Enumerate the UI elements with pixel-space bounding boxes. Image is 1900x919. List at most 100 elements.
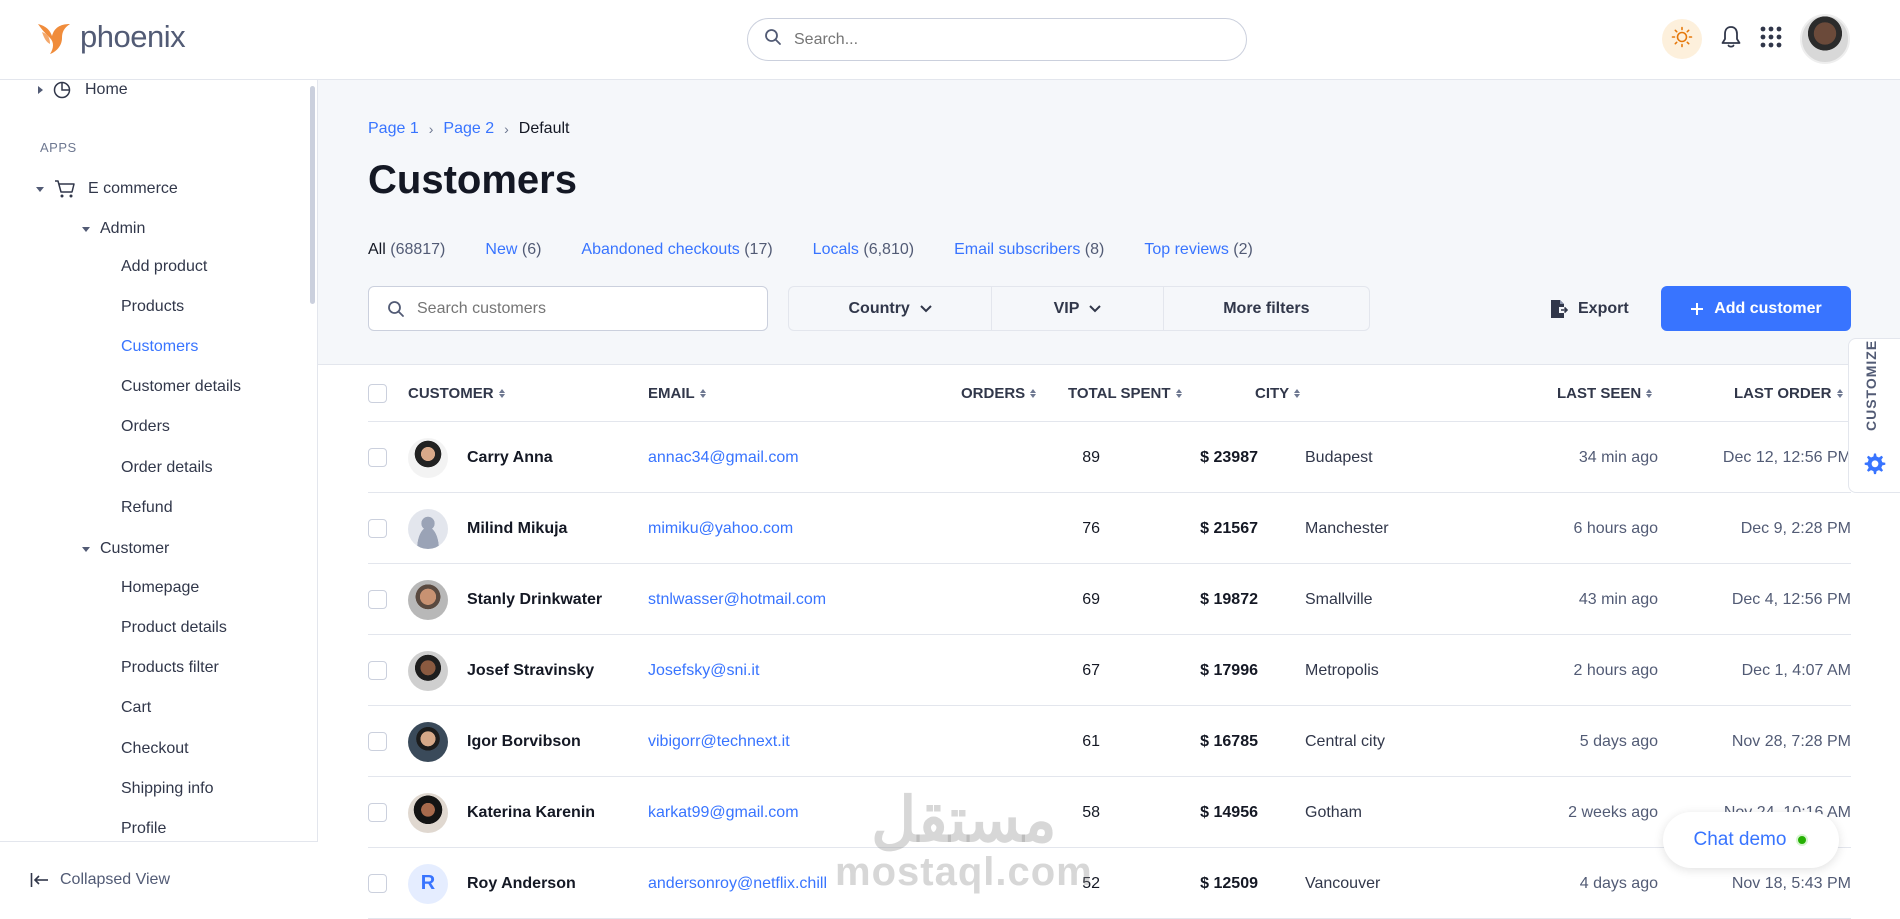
header-last-seen[interactable]: LAST SEEN bbox=[1557, 365, 1653, 421]
more-filters-button[interactable]: More filters bbox=[1164, 287, 1369, 330]
add-customer-button[interactable]: Add customer bbox=[1661, 286, 1851, 331]
bell-icon[interactable] bbox=[1720, 25, 1742, 54]
chevron-right-icon bbox=[38, 86, 43, 94]
orders-count: 76 bbox=[1082, 519, 1100, 537]
global-search[interactable] bbox=[747, 18, 1247, 61]
city: Smallville bbox=[1305, 590, 1373, 608]
top-navbar: phoenix bbox=[0, 0, 1900, 80]
breadcrumb-page1[interactable]: Page 1 bbox=[368, 120, 419, 138]
user-avatar[interactable] bbox=[1800, 14, 1850, 64]
sidebar-item-products[interactable]: Products bbox=[121, 298, 184, 316]
collapsed-view-button[interactable]: Collapsed View bbox=[0, 841, 318, 917]
sidebar-item-order-details[interactable]: Order details bbox=[121, 459, 213, 477]
avatar[interactable] bbox=[408, 635, 448, 706]
avatar[interactable] bbox=[408, 422, 448, 493]
row-checkbox[interactable] bbox=[368, 422, 387, 493]
sidebar-item-orders[interactable]: Orders bbox=[121, 418, 170, 436]
customer-name[interactable]: Carry Anna bbox=[467, 422, 553, 493]
tab-all[interactable]: All (68817) bbox=[368, 241, 445, 259]
sort-icon bbox=[699, 388, 706, 398]
header-last-order[interactable]: LAST ORDER bbox=[1734, 365, 1843, 421]
export-label: Export bbox=[1578, 299, 1629, 317]
tab-new[interactable]: New (6) bbox=[485, 241, 541, 259]
apps-grid-icon[interactable] bbox=[1760, 26, 1782, 53]
row-checkbox[interactable] bbox=[368, 635, 387, 706]
tab-email-subscribers[interactable]: Email subscribers (8) bbox=[954, 241, 1104, 259]
sidebar-item-refund[interactable]: Refund bbox=[121, 499, 173, 517]
header-city[interactable]: CITY bbox=[1255, 365, 1301, 421]
sidebar-item-customer[interactable]: Customer bbox=[82, 538, 169, 560]
file-export-icon bbox=[1550, 299, 1568, 319]
customer-name[interactable]: Katerina Karenin bbox=[467, 777, 595, 848]
customer-name[interactable]: Roy Anderson bbox=[467, 848, 576, 919]
table-row: Igor Borvibson vibigorr@technext.it 61 $… bbox=[368, 705, 1851, 776]
header-orders[interactable]: ORDERS bbox=[961, 365, 1037, 421]
vip-filter-button[interactable]: VIP bbox=[992, 287, 1164, 330]
customer-name[interactable]: Stanly Drinkwater bbox=[467, 564, 602, 635]
sort-icon bbox=[1646, 388, 1653, 398]
tab-abandoned-checkouts[interactable]: Abandoned checkouts (17) bbox=[581, 241, 772, 259]
row-checkbox[interactable] bbox=[368, 706, 387, 777]
country-filter-button[interactable]: Country bbox=[789, 287, 993, 330]
customer-name[interactable]: Igor Borvibson bbox=[467, 706, 581, 777]
customer-name[interactable]: Milind Mikuja bbox=[467, 493, 567, 564]
avatar[interactable]: R bbox=[408, 848, 448, 919]
chat-demo-button[interactable]: Chat demo bbox=[1663, 812, 1839, 868]
customize-label: CUSTOMIZE bbox=[1863, 339, 1879, 431]
sidebar-item-label: Customer bbox=[100, 540, 170, 557]
customer-email[interactable]: Josefsky@sni.it bbox=[648, 635, 759, 706]
avatar[interactable] bbox=[408, 777, 448, 848]
chevron-down-icon bbox=[82, 546, 90, 552]
sun-icon bbox=[1671, 26, 1693, 53]
sidebar-item-add-product[interactable]: Add product bbox=[121, 258, 207, 276]
row-checkbox[interactable] bbox=[368, 493, 387, 564]
row-checkbox[interactable] bbox=[368, 564, 387, 635]
city: Central city bbox=[1305, 732, 1386, 750]
tab-top-reviews[interactable]: Top reviews (2) bbox=[1144, 241, 1253, 259]
phoenix-logo[interactable]: phoenix bbox=[36, 18, 186, 56]
row-checkbox[interactable] bbox=[368, 777, 387, 848]
sidebar-item-ecommerce[interactable]: E commerce bbox=[36, 178, 178, 200]
breadcrumb-page2[interactable]: Page 2 bbox=[443, 120, 494, 138]
sidebar-item-profile[interactable]: Profile bbox=[121, 820, 166, 838]
avatar[interactable] bbox=[408, 564, 448, 635]
customer-email[interactable]: annac34@gmail.com bbox=[648, 422, 799, 493]
page-header: Page 1 › Page 2 › Default Customers All … bbox=[318, 80, 1900, 364]
avatar[interactable] bbox=[408, 493, 448, 564]
logo-text: phoenix bbox=[80, 19, 186, 54]
customer-email[interactable]: stnlwasser@hotmail.com bbox=[648, 564, 826, 635]
row-checkbox[interactable] bbox=[368, 848, 387, 919]
customer-search[interactable] bbox=[368, 286, 768, 331]
customer-email[interactable]: karkat99@gmail.com bbox=[648, 777, 799, 848]
select-all-checkbox[interactable] bbox=[368, 365, 387, 421]
customer-email[interactable]: mimiku@yahoo.com bbox=[648, 493, 793, 564]
customize-panel-toggle[interactable]: CUSTOMIZE bbox=[1848, 338, 1900, 493]
customer-name[interactable]: Josef Stravinsky bbox=[467, 635, 594, 706]
sidebar-item-product-details[interactable]: Product details bbox=[121, 619, 227, 637]
header-email[interactable]: EMAIL bbox=[648, 365, 706, 421]
header-customer[interactable]: CUSTOMER bbox=[408, 365, 505, 421]
customer-email[interactable]: andersonroy@netflix.chill bbox=[648, 848, 827, 919]
customer-search-input[interactable] bbox=[417, 299, 747, 318]
customer-email[interactable]: vibigorr@technext.it bbox=[648, 706, 790, 777]
sidebar-item-customers[interactable]: Customers bbox=[121, 338, 198, 356]
tab-locals[interactable]: Locals (6,810) bbox=[813, 241, 914, 259]
theme-toggle-button[interactable] bbox=[1662, 19, 1702, 59]
global-search-input[interactable] bbox=[794, 30, 1214, 49]
sidebar-item-products-filter[interactable]: Products filter bbox=[121, 659, 219, 677]
total-spent: $ 12509 bbox=[1200, 874, 1258, 892]
avatar[interactable] bbox=[408, 706, 448, 777]
sidebar-scrollbar[interactable] bbox=[310, 86, 315, 304]
export-button[interactable]: Export bbox=[1550, 286, 1629, 331]
sidebar-item-customer-details[interactable]: Customer details bbox=[121, 378, 241, 396]
sidebar-item-cart[interactable]: Cart bbox=[121, 699, 151, 717]
sidebar-item-shipping-info[interactable]: Shipping info bbox=[121, 780, 214, 798]
sidebar-item-homepage[interactable]: Homepage bbox=[121, 579, 199, 597]
vip-filter-label: VIP bbox=[1053, 299, 1080, 317]
sidebar-item-admin[interactable]: Admin bbox=[82, 218, 145, 240]
chevron-down-icon bbox=[920, 304, 932, 313]
header-total-spent[interactable]: TOTAL SPENT bbox=[1068, 365, 1182, 421]
sidebar-item-checkout[interactable]: Checkout bbox=[121, 740, 189, 758]
sidebar-item-home[interactable]: Home bbox=[38, 80, 128, 100]
sidebar-item-label: Home bbox=[85, 81, 128, 98]
